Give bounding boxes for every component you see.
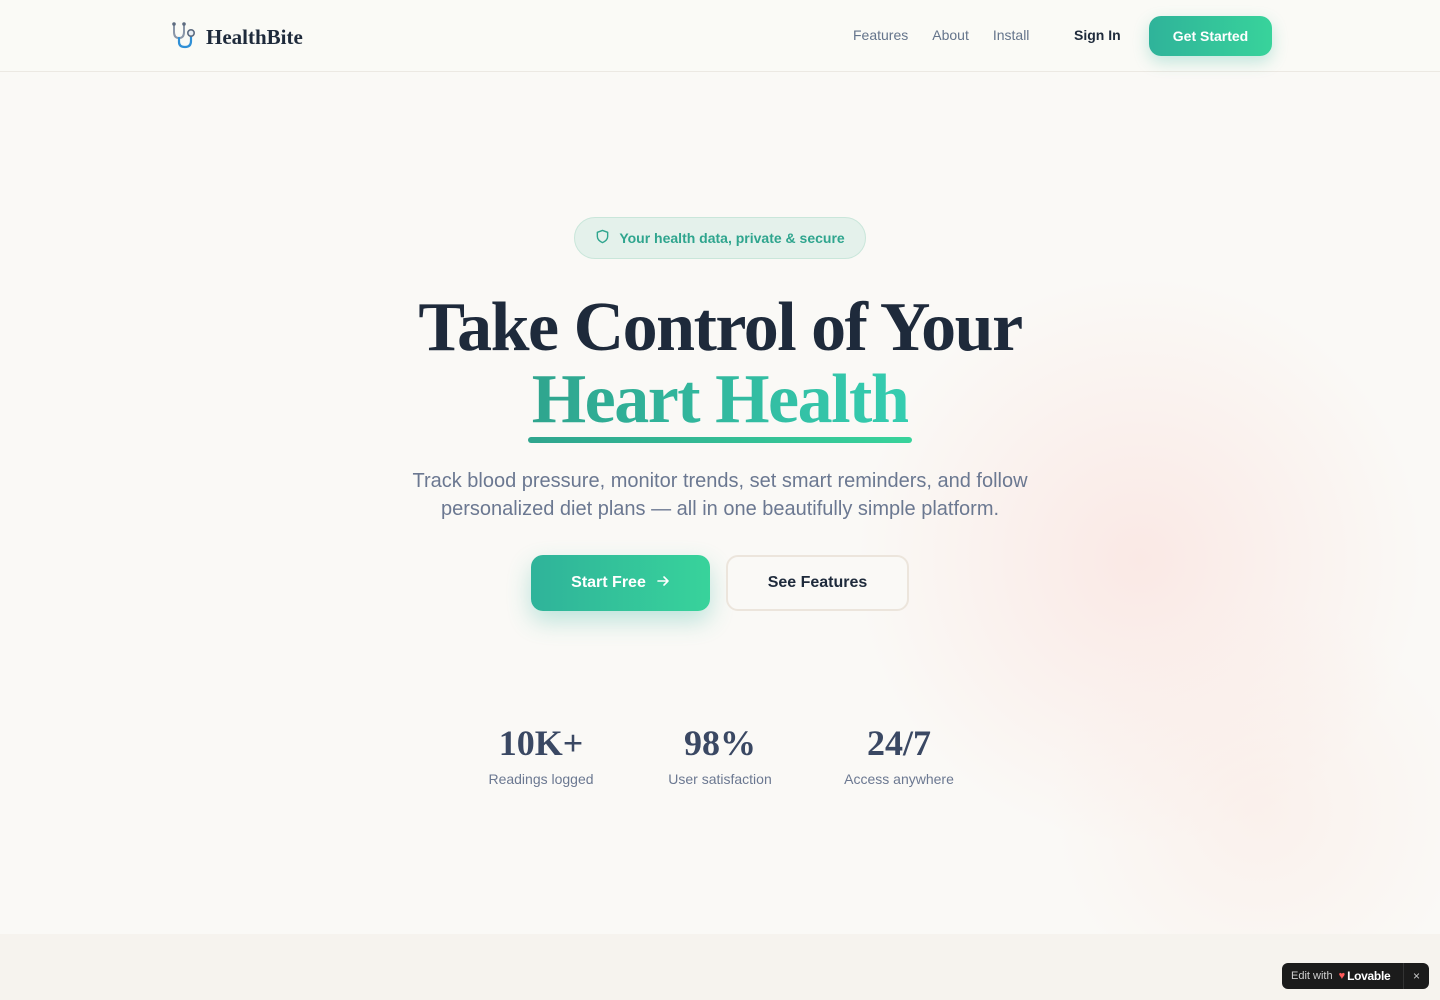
stat-value: 98%: [684, 723, 756, 763]
main-nav: Features About Install: [853, 27, 1029, 43]
nav-link-features[interactable]: Features: [853, 27, 908, 43]
brand-name: HealthBite: [206, 25, 303, 49]
privacy-badge: Your health data, private & secure: [574, 217, 866, 259]
hero-subtitle: Track blood pressure, monitor trends, se…: [412, 470, 1028, 520]
privacy-badge-text: Your health data, private & secure: [619, 230, 845, 246]
lovable-brand: Lovable: [1347, 969, 1391, 983]
start-free-button[interactable]: Start Free: [531, 555, 710, 611]
stat-value: 10K+: [498, 723, 584, 763]
stat-label: Readings logged: [488, 771, 594, 787]
hero-title-highlight: Heart Health: [531, 361, 910, 438]
sign-in-button[interactable]: Sign In: [1074, 27, 1121, 43]
hero-title-line1: Take Control of Your: [418, 289, 1023, 366]
get-started-button[interactable]: Get Started: [1149, 16, 1272, 56]
title-underline: [528, 437, 912, 443]
start-free-label: Start Free: [571, 574, 646, 591]
arrow-right-icon: [656, 574, 670, 593]
hero-title-line2: Heart Health: [0, 362, 1440, 438]
edit-with-text: Edit with: [1291, 970, 1333, 982]
lovable-heart-icon: ♥: [1338, 970, 1346, 982]
stat-label: Access anywhere: [844, 771, 954, 787]
stat-label: User satisfaction: [668, 771, 772, 787]
stat-value: 24/7: [866, 723, 931, 763]
edit-with-lovable-badge[interactable]: Edit with ♥ Lovable ×: [1282, 963, 1429, 989]
shield-icon: [595, 229, 610, 247]
stethoscope-icon: [168, 20, 198, 55]
nav-link-about[interactable]: About: [932, 27, 969, 43]
close-icon[interactable]: ×: [1403, 963, 1429, 989]
brand-logo[interactable]: HealthBite: [168, 20, 303, 55]
stat-satisfaction: 98% User satisfaction: [630, 722, 810, 787]
nav-link-install[interactable]: Install: [993, 27, 1030, 43]
top-navbar: HealthBite Features About Install Sign I…: [0, 0, 1440, 72]
next-section-band: [0, 934, 1440, 1000]
stat-access: 24/7 Access anywhere: [809, 722, 989, 787]
stat-readings: 10K+ Readings logged: [451, 722, 631, 787]
see-features-button[interactable]: See Features: [726, 555, 909, 611]
